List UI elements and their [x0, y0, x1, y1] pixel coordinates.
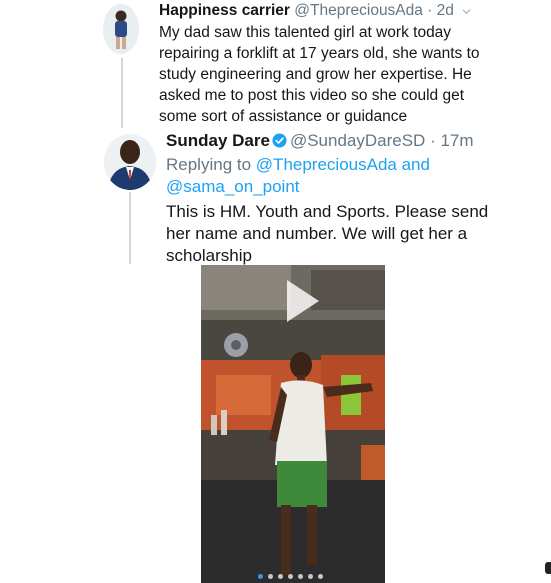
tweet-header: Happiness carrier @ThepreciousAda · 2d	[159, 2, 454, 20]
play-icon[interactable]	[267, 270, 329, 332]
edge-handle	[545, 562, 551, 574]
chevron-down-icon[interactable]	[462, 7, 471, 16]
display-name[interactable]: Happiness carrier	[159, 2, 290, 19]
replying-and: and	[401, 155, 430, 174]
carousel-dot[interactable]	[278, 574, 283, 579]
carousel-dot[interactable]	[308, 574, 313, 579]
avatar-image	[103, 4, 139, 54]
tweet-text: My dad saw this talented girl at work to…	[159, 24, 480, 125]
handle[interactable]: @SundayDareSD	[290, 131, 425, 150]
replying-to: Replying to @ThepreciousAda and @sama_on…	[166, 154, 466, 198]
display-name[interactable]: Sunday Dare	[166, 131, 270, 150]
mention-link[interactable]: @sama_on_point	[166, 177, 300, 196]
avatar-image	[104, 134, 156, 190]
replying-label: Replying to	[166, 155, 252, 174]
tweet-header: Sunday Dare @SundayDareSD · 17m	[166, 131, 474, 151]
thread-connector	[121, 58, 123, 128]
verified-badge-icon	[272, 133, 287, 148]
timestamp[interactable]: · 2d	[427, 2, 454, 19]
tweet-text: This is HM. Youth and Sports. Please sen…	[166, 202, 489, 265]
thread-connector	[129, 192, 131, 264]
carousel-dot[interactable]	[288, 574, 293, 579]
avatar[interactable]	[103, 4, 139, 54]
mention-link[interactable]: @ThepreciousAda	[256, 155, 397, 174]
carousel-dot[interactable]	[258, 574, 263, 579]
handle[interactable]: @ThepreciousAda	[294, 2, 423, 19]
timestamp[interactable]: · 17m	[430, 131, 473, 150]
carousel-dot[interactable]	[318, 574, 323, 579]
carousel-indicator	[258, 574, 323, 579]
carousel-dot[interactable]	[268, 574, 273, 579]
avatar[interactable]	[104, 134, 156, 190]
carousel-dot[interactable]	[298, 574, 303, 579]
